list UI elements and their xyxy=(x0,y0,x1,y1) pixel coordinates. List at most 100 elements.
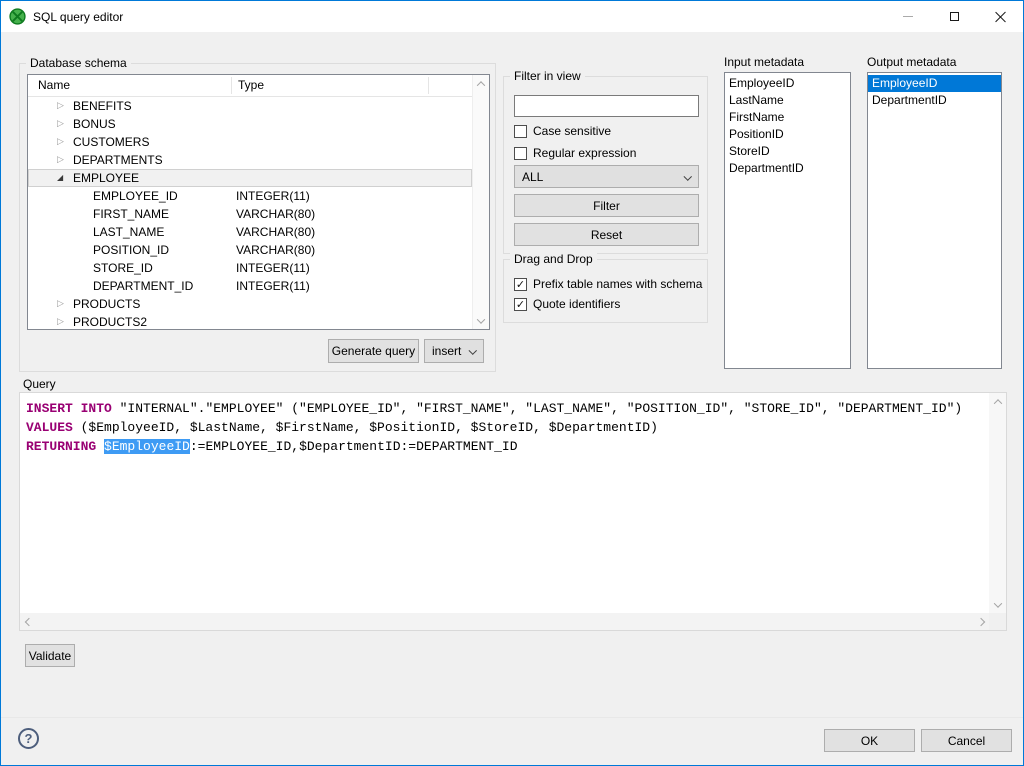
code-line: VALUES ($EmployeeID, $LastName, $FirstNa… xyxy=(26,418,986,437)
ok-button[interactable]: OK xyxy=(824,729,915,752)
list-item[interactable]: LastName xyxy=(725,92,850,109)
close-button[interactable] xyxy=(977,1,1023,32)
column-divider[interactable] xyxy=(231,77,232,94)
query-horizontal-scrollbar[interactable] xyxy=(20,613,989,630)
tree-row[interactable]: POSITION_IDVARCHAR(80) xyxy=(28,241,472,259)
case-sensitive-label: Case sensitive xyxy=(533,124,611,138)
sql-text: ($EmployeeID, $LastName, $FirstName, $Po… xyxy=(73,420,658,435)
filter-button[interactable]: Filter xyxy=(514,194,699,217)
drag-and-drop-label: Drag and Drop xyxy=(510,252,597,266)
window-controls xyxy=(885,1,1023,32)
list-item[interactable]: EmployeeID xyxy=(868,75,1001,92)
prefix-table-names-label: Prefix table names with schema xyxy=(533,277,702,291)
list-item[interactable]: StoreID xyxy=(725,143,850,160)
scroll-up-button[interactable] xyxy=(473,75,489,92)
query-mode-select[interactable]: insert xyxy=(424,339,484,363)
scroll-down-button[interactable] xyxy=(989,596,1006,613)
output-metadata-list[interactable]: EmployeeIDDepartmentID xyxy=(867,72,1002,369)
reset-button[interactable]: Reset xyxy=(514,223,699,246)
tree-name-cell: DEPARTMENT_ID xyxy=(28,279,236,293)
sql-keyword: RETURNING xyxy=(26,439,96,454)
tree-type-cell: INTEGER(11) xyxy=(236,261,472,275)
case-sensitive-checkbox[interactable]: Case sensitive xyxy=(514,123,611,139)
filter-group: Filter in view Case sensitive Regular ex… xyxy=(503,76,708,254)
tree-row[interactable]: ▷BONUS xyxy=(28,115,472,133)
chevron-down-icon xyxy=(477,315,485,323)
scroll-up-button[interactable] xyxy=(989,393,1006,410)
query-mode-value: insert xyxy=(432,344,461,358)
quote-identifiers-checkbox[interactable]: ✓ Quote identifiers xyxy=(514,296,620,312)
tree-row[interactable]: ▷CUSTOMERS xyxy=(28,133,472,151)
scroll-right-button[interactable] xyxy=(972,613,989,630)
tree-name-cell: ▷BONUS xyxy=(28,117,236,131)
tree-row[interactable]: ▷PRODUCTS xyxy=(28,295,472,313)
filter-scope-value: ALL xyxy=(522,170,543,184)
schema-tree-header[interactable]: Name Type xyxy=(28,75,472,97)
sql-text xyxy=(96,439,104,454)
query-vertical-scrollbar[interactable] xyxy=(989,393,1006,613)
tree-name-cell: ▷DEPARTMENTS xyxy=(28,153,236,167)
expand-triangle-icon[interactable]: ▷ xyxy=(57,138,73,147)
tree-item-label: PRODUCTS2 xyxy=(73,315,147,329)
tree-row[interactable]: LAST_NAMEVARCHAR(80) xyxy=(28,223,472,241)
output-metadata-label: Output metadata xyxy=(867,55,956,69)
expand-triangle-icon[interactable]: ▷ xyxy=(57,102,73,111)
close-icon xyxy=(994,11,1006,23)
schema-tree[interactable]: Name Type ▷BENEFITS▷BONUS▷CUSTOMERS▷DEPA… xyxy=(27,74,490,330)
list-item[interactable]: DepartmentID xyxy=(725,160,850,177)
minimize-button[interactable] xyxy=(885,1,931,32)
list-item[interactable]: PositionID xyxy=(725,126,850,143)
expand-triangle-icon[interactable]: ▷ xyxy=(57,120,73,129)
list-item[interactable]: DepartmentID xyxy=(868,92,1001,109)
collapse-triangle-icon[interactable]: ◢ xyxy=(57,174,73,182)
checkbox-icon xyxy=(514,147,527,160)
scrollbar-corner xyxy=(989,613,1006,630)
checkbox-checked-icon: ✓ xyxy=(514,298,527,311)
tree-item-label: EMPLOYEE xyxy=(73,171,139,185)
expand-triangle-icon[interactable]: ▷ xyxy=(57,300,73,309)
tree-item-label: FIRST_NAME xyxy=(93,207,169,221)
generate-query-button[interactable]: Generate query xyxy=(328,339,419,363)
tree-item-label: DEPARTMENT_ID xyxy=(93,279,193,293)
tree-vertical-scrollbar[interactable] xyxy=(472,75,489,329)
tree-name-cell: STORE_ID xyxy=(28,261,236,275)
query-editor[interactable]: INSERT INTO "INTERNAL"."EMPLOYEE" ("EMPL… xyxy=(19,392,1007,631)
highlighted-token: $EmployeeID xyxy=(104,439,190,454)
prefix-table-names-checkbox[interactable]: ✓ Prefix table names with schema xyxy=(514,276,702,292)
database-schema-label: Database schema xyxy=(26,56,131,70)
tree-row[interactable]: ▷BENEFITS xyxy=(28,97,472,115)
filter-input[interactable] xyxy=(514,95,699,117)
filter-scope-select[interactable]: ALL xyxy=(514,165,699,188)
input-metadata-list[interactable]: EmployeeIDLastNameFirstNamePositionIDSto… xyxy=(724,72,851,369)
tree-row[interactable]: ▷PRODUCTS2 xyxy=(28,313,472,329)
tree-row[interactable]: DEPARTMENT_IDINTEGER(11) xyxy=(28,277,472,295)
tree-row[interactable]: ◢EMPLOYEE xyxy=(28,169,472,187)
list-item[interactable]: FirstName xyxy=(725,109,850,126)
tree-row[interactable]: FIRST_NAMEVARCHAR(80) xyxy=(28,205,472,223)
column-header-type[interactable]: Type xyxy=(238,78,264,92)
title-bar[interactable]: SQL query editor xyxy=(1,1,1023,32)
tree-item-label: CUSTOMERS xyxy=(73,135,149,149)
app-icon xyxy=(9,8,26,25)
tree-row[interactable]: ▷DEPARTMENTS xyxy=(28,151,472,169)
tree-item-label: PRODUCTS xyxy=(73,297,140,311)
tree-row[interactable]: STORE_IDINTEGER(11) xyxy=(28,259,472,277)
expand-triangle-icon[interactable]: ▷ xyxy=(57,318,73,327)
validate-button[interactable]: Validate xyxy=(25,644,75,667)
query-code[interactable]: INSERT INTO "INTERNAL"."EMPLOYEE" ("EMPL… xyxy=(26,399,986,610)
column-divider[interactable] xyxy=(428,77,429,94)
help-button[interactable]: ? xyxy=(18,728,39,749)
scroll-left-button[interactable] xyxy=(20,613,37,630)
tree-item-label: BONUS xyxy=(73,117,116,131)
list-item[interactable]: EmployeeID xyxy=(725,75,850,92)
column-header-name[interactable]: Name xyxy=(38,78,70,92)
maximize-button[interactable] xyxy=(931,1,977,32)
tree-row[interactable]: EMPLOYEE_IDINTEGER(11) xyxy=(28,187,472,205)
cancel-button[interactable]: Cancel xyxy=(921,729,1012,752)
scroll-down-button[interactable] xyxy=(473,312,489,329)
input-metadata-label: Input metadata xyxy=(724,55,804,69)
regular-expression-checkbox[interactable]: Regular expression xyxy=(514,145,636,161)
tree-name-cell: LAST_NAME xyxy=(28,225,236,239)
expand-triangle-icon[interactable]: ▷ xyxy=(57,156,73,165)
tree-name-cell: ▷BENEFITS xyxy=(28,99,236,113)
